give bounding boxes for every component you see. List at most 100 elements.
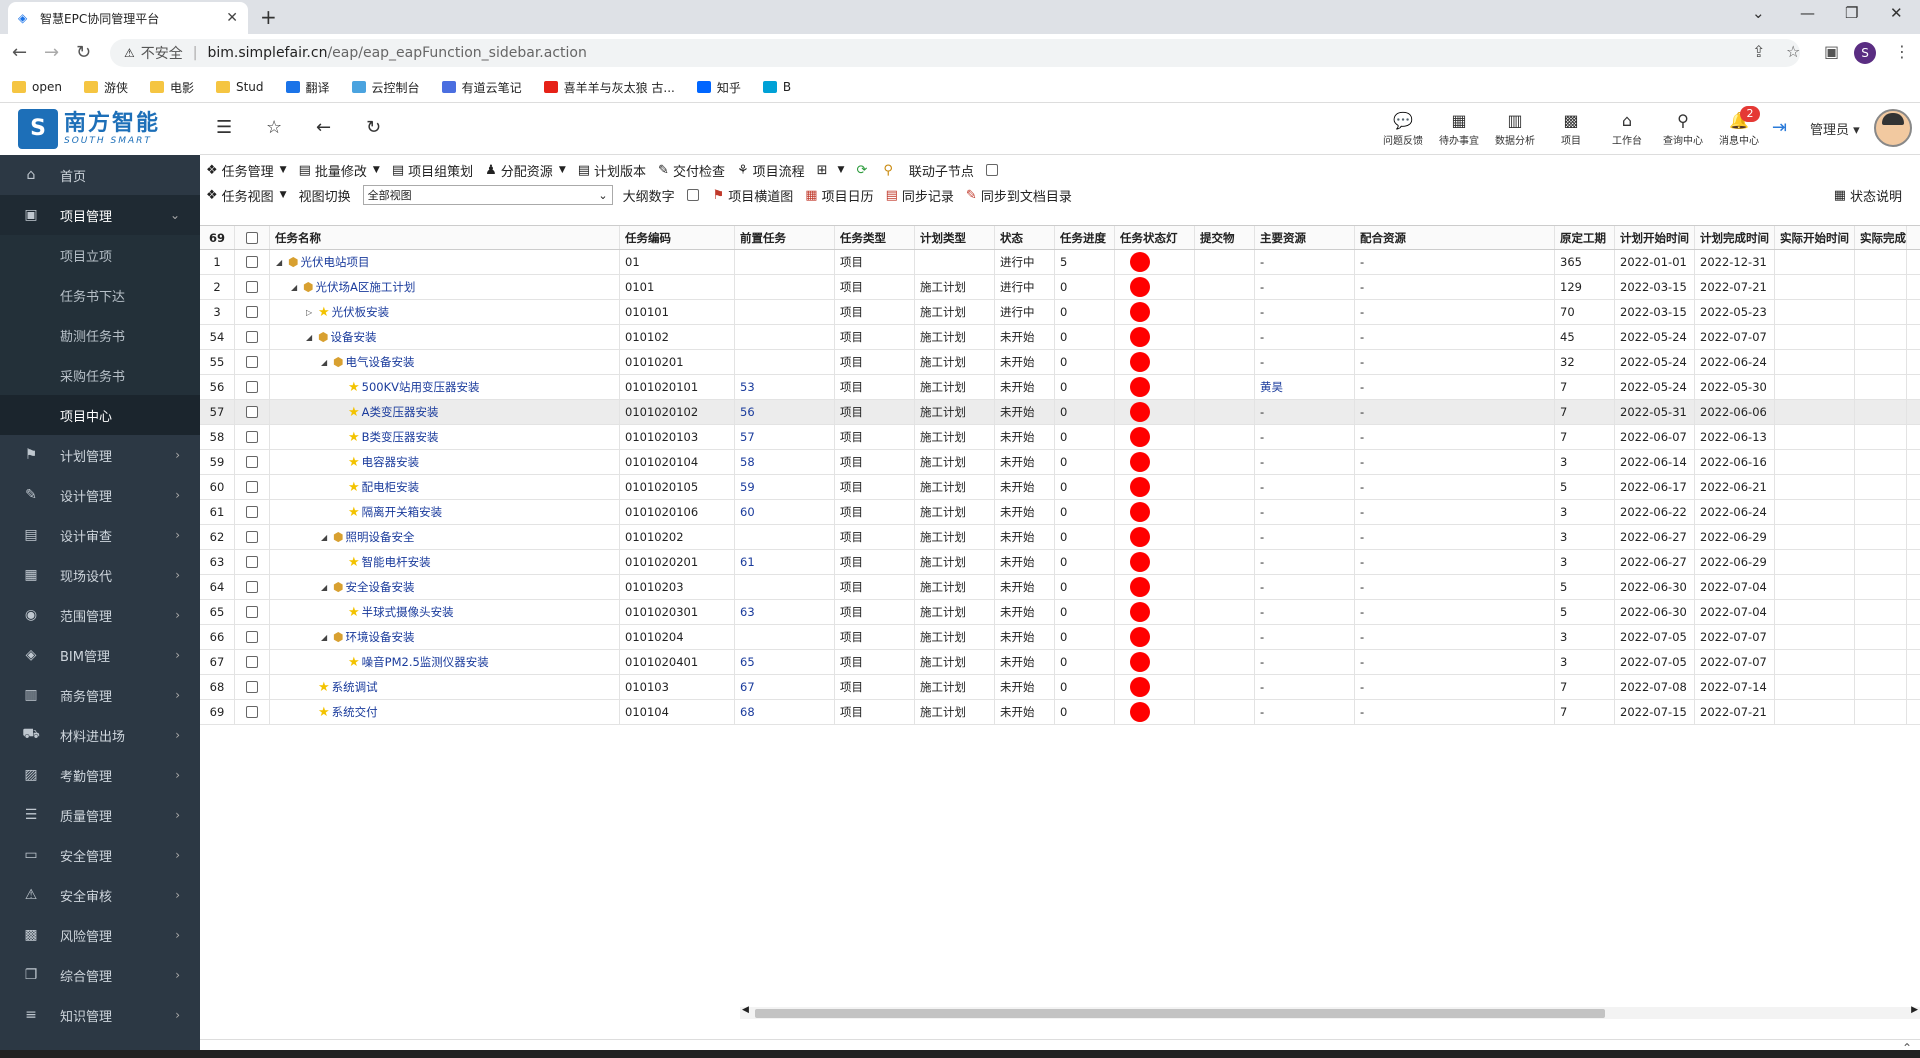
table-row[interactable]: 1 ◢ ⬢ 光伏电站项目 01 项目 进行中 5- -365 2022-01-01 2022-12-… [200, 250, 1920, 275]
scroll-right-icon[interactable]: ▶ [1911, 1005, 1918, 1015]
row-checkbox[interactable] [246, 631, 258, 643]
task-name-link[interactable]: 隔离开关箱安装 [362, 504, 443, 520]
predecessor-link[interactable]: 65 [735, 650, 835, 674]
predecessor-link[interactable]: 57 [735, 425, 835, 449]
task-name-cell[interactable]: ◢ ⬢ 光伏电站项目 [270, 250, 620, 274]
sidebar-item[interactable]: ☰ 质量管理 › [0, 795, 200, 835]
topbar-home-button[interactable]: ⌂ 工作台 [1604, 110, 1650, 147]
row-checkbox[interactable] [246, 331, 258, 343]
sidebar-subitem[interactable]: 项目立项 [0, 235, 200, 275]
sidebar-item[interactable]: ▥ 商务管理 › [0, 675, 200, 715]
profile-avatar[interactable]: S [1854, 42, 1876, 64]
toolbar-button[interactable]: ❖ 任务管理 ▼ [206, 161, 287, 180]
row-checkbox[interactable] [246, 506, 258, 518]
row-checkbox[interactable] [246, 256, 258, 268]
task-view-menu[interactable]: ❖ 任务视图 ▼ [206, 186, 287, 205]
toolbar-button[interactable]: ⚘ 项目流程 [737, 161, 805, 180]
table-row[interactable]: 3 ▷ ★ 光伏板安装 010101 项目 施工计划 进行中 0- -70 2022-03-15 20… [200, 300, 1920, 325]
task-name-link[interactable]: 系统交付 [332, 704, 378, 720]
tree-dropdown-button[interactable]: ⊞ ▼ [817, 163, 845, 178]
column-header[interactable]: 任务名称 [270, 226, 620, 249]
row-checkbox[interactable] [246, 656, 258, 668]
table-row[interactable]: 68 ★ 系统调试 010103 67 项目 施工计划 未开始 0- -7 2022-07-08 20… [200, 675, 1920, 700]
row-checkbox[interactable] [246, 481, 258, 493]
predecessor-link[interactable]: 61 [735, 550, 835, 574]
predecessor-link[interactable]: 60 [735, 500, 835, 524]
task-name-link[interactable]: 智能电杆安装 [362, 554, 431, 570]
row-checkbox[interactable] [246, 681, 258, 693]
table-row[interactable]: 54 ◢ ⬢ 设备安装 010102 项目 施工计划 未开始 0- -45 2022-05-24 20… [200, 325, 1920, 350]
predecessor-link[interactable]: 58 [735, 450, 835, 474]
column-header[interactable]: 任务进度 [1055, 226, 1115, 249]
table-row[interactable]: 62 ◢ ⬢ 照明设备安全 01010202 项目 施工计划 未开始 0- -3 2022-06-2… [200, 525, 1920, 550]
toolbar-button[interactable]: ✎ 交付检查 [658, 161, 725, 180]
horizontal-scrollbar[interactable]: ◀ ▶ [740, 1005, 1920, 1019]
outline-number-checkbox[interactable] [686, 189, 699, 201]
star-icon[interactable]: ☆ [1786, 42, 1800, 61]
row-checkbox[interactable] [246, 381, 258, 393]
collapse-icon[interactable]: ◢ [321, 633, 329, 642]
task-name-cell[interactable]: ★ 隔离开关箱安装 [270, 500, 620, 524]
bookmark-item[interactable]: 电影 [149, 79, 194, 96]
bookmark-item[interactable]: 翻译 [285, 79, 330, 96]
view-select[interactable]: 全部视图 ⌄ [362, 185, 613, 205]
row-checkbox[interactable] [246, 706, 258, 718]
task-name-cell[interactable]: ★ 半球式摄像头安装 [270, 600, 620, 624]
column-header[interactable]: 实际完成时间 [1855, 226, 1907, 249]
sidebar-subitem[interactable]: 任务书下达 [0, 275, 200, 315]
topbar-chart-button[interactable]: ▥ 数据分析 [1492, 110, 1538, 147]
predecessor-link[interactable]: 68 [735, 700, 835, 724]
table-row[interactable]: 56 ★ 500KV站用变压器安装 0101020101 53 项目 施工计划 未开始 0 黄昊 -… [200, 375, 1920, 400]
refresh-button[interactable]: ⟳ [856, 163, 871, 178]
task-name-cell[interactable]: ◢ ⬢ 照明设备安全 [270, 525, 620, 549]
task-name-cell[interactable]: ◢ ⬢ 电气设备安装 [270, 350, 620, 374]
toolbar-button[interactable]: ▤ 计划版本 [578, 161, 646, 180]
sidebar-item[interactable]: ◈ BIM管理 › [0, 635, 200, 675]
sidebar-item[interactable]: ⚑ 计划管理 › [0, 435, 200, 475]
predecessor-link[interactable]: 63 [735, 600, 835, 624]
column-header[interactable]: 实际开始时间 [1775, 226, 1855, 249]
sidebar-subitem[interactable]: 项目中心 [0, 395, 200, 435]
scroll-left-icon[interactable]: ◀ [742, 1005, 749, 1015]
bookmark-item[interactable]: 有道云笔记 [441, 79, 522, 96]
table-row[interactable]: 66 ◢ ⬢ 环境设备安装 01010204 项目 施工计划 未开始 0- -3 2022-07-0… [200, 625, 1920, 650]
column-header[interactable]: 计划完成时间 [1695, 226, 1775, 249]
row-checkbox[interactable] [246, 581, 258, 593]
predecessor-link[interactable] [735, 275, 835, 299]
task-name-link[interactable]: 光伏场A区施工计划 [315, 279, 415, 295]
bookmark-item[interactable]: 知乎 [696, 79, 741, 96]
table-row[interactable]: 65 ★ 半球式摄像头安装 0101020301 63 项目 施工计划 未开始 0- -5 2022… [200, 600, 1920, 625]
share-icon[interactable]: ⇪ [1752, 42, 1765, 61]
task-name-link[interactable]: 半球式摄像头安装 [362, 604, 454, 620]
task-name-link[interactable]: 噪音PM2.5监测仪器安装 [362, 654, 489, 670]
column-header[interactable]: 状态 [995, 226, 1055, 249]
table-row[interactable]: 69 ★ 系统交付 010104 68 项目 施工计划 未开始 0- -7 2022-07-15 20… [200, 700, 1920, 725]
browser-tab[interactable]: ◈ 智慧EPC协同管理平台 ✕ [8, 2, 248, 34]
sidebar-item[interactable]: ≡ 知识管理 › [0, 995, 200, 1035]
toolbar-button[interactable]: ▤ 项目组策划 [392, 161, 473, 180]
user-menu[interactable]: 管理员 ▾ [1810, 119, 1860, 138]
collapse-icon[interactable]: ◢ [306, 333, 314, 342]
table-row[interactable]: 63 ★ 智能电杆安装 0101020201 61 项目 施工计划 未开始 0- -3 2022-0… [200, 550, 1920, 575]
row-checkbox[interactable] [246, 606, 258, 618]
column-header[interactable]: 计划开始时间 [1615, 226, 1695, 249]
task-name-cell[interactable]: ★ 电容器安装 [270, 450, 620, 474]
sidebar-item[interactable]: ❐ 综合管理 › [0, 955, 200, 995]
task-name-cell[interactable]: ◢ ⬢ 环境设备安装 [270, 625, 620, 649]
predecessor-link[interactable]: 56 [735, 400, 835, 424]
task-name-cell[interactable]: ▷ ★ 光伏板安装 [270, 300, 620, 324]
expand-icon[interactable]: ▷ [306, 308, 314, 317]
main-resource[interactable]: 黄昊 [1255, 375, 1355, 399]
task-name-link[interactable]: B类变压器安装 [362, 429, 439, 445]
collapse-icon[interactable]: ◢ [321, 583, 329, 592]
task-name-link[interactable]: 环境设备安装 [345, 629, 414, 645]
task-name-cell[interactable]: ★ 噪音PM2.5监测仪器安装 [270, 650, 620, 674]
task-name-link[interactable]: 配电柜安装 [362, 479, 420, 495]
task-name-cell[interactable]: ◢ ⬢ 光伏场A区施工计划 [270, 275, 620, 299]
collapse-icon[interactable]: ◢ [276, 258, 284, 267]
toolbar-button[interactable]: ⚑ 项目横道图 [713, 186, 794, 205]
toolbar-button[interactable]: ▤ 同步记录 [886, 186, 954, 205]
toolbar-button[interactable]: ▤ 批量修改 ▼ [299, 161, 380, 180]
row-checkbox[interactable] [246, 456, 258, 468]
task-name-link[interactable]: 安全设备安装 [345, 579, 414, 595]
